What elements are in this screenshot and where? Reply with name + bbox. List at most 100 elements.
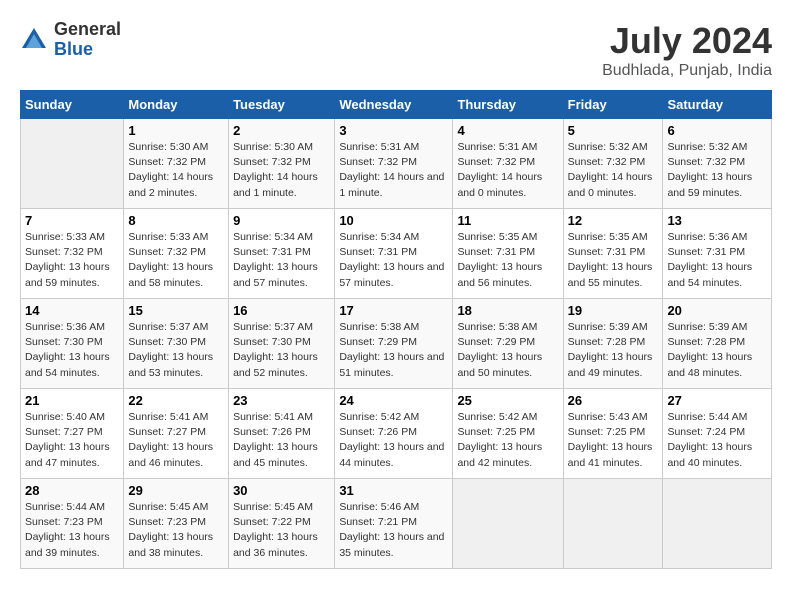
day-number: 12 xyxy=(568,213,659,228)
day-info: Sunrise: 5:38 AMSunset: 7:29 PMDaylight:… xyxy=(457,320,558,381)
header-sunday: Sunday xyxy=(21,91,124,119)
calendar-cell: 14 Sunrise: 5:36 AMSunset: 7:30 PMDayligh… xyxy=(21,299,124,389)
day-info: Sunrise: 5:36 AMSunset: 7:30 PMDaylight:… xyxy=(25,320,119,381)
day-info: Sunrise: 5:42 AMSunset: 7:25 PMDaylight:… xyxy=(457,410,558,471)
calendar-cell: 7 Sunrise: 5:33 AMSunset: 7:32 PMDaylight… xyxy=(21,209,124,299)
day-info: Sunrise: 5:31 AMSunset: 7:32 PMDaylight:… xyxy=(457,140,558,201)
day-info: Sunrise: 5:38 AMSunset: 7:29 PMDaylight:… xyxy=(339,320,448,381)
day-info: Sunrise: 5:33 AMSunset: 7:32 PMDaylight:… xyxy=(128,230,224,291)
day-number: 3 xyxy=(339,123,448,138)
day-info: Sunrise: 5:30 AMSunset: 7:32 PMDaylight:… xyxy=(233,140,330,201)
day-number: 6 xyxy=(667,123,767,138)
calendar-cell: 19 Sunrise: 5:39 AMSunset: 7:28 PMDayligh… xyxy=(563,299,663,389)
day-info: Sunrise: 5:33 AMSunset: 7:32 PMDaylight:… xyxy=(25,230,119,291)
calendar-cell: 9 Sunrise: 5:34 AMSunset: 7:31 PMDaylight… xyxy=(229,209,335,299)
day-info: Sunrise: 5:39 AMSunset: 7:28 PMDaylight:… xyxy=(667,320,767,381)
calendar-cell: 15 Sunrise: 5:37 AMSunset: 7:30 PMDayligh… xyxy=(124,299,229,389)
day-number: 21 xyxy=(25,393,119,408)
day-info: Sunrise: 5:32 AMSunset: 7:32 PMDaylight:… xyxy=(568,140,659,201)
logo-icon xyxy=(20,26,48,54)
title-block: July 2024 Budhlada, Punjab, India xyxy=(602,20,772,80)
calendar-cell: 1Sunrise: 5:30 AMSunset: 7:32 PMDaylight… xyxy=(124,119,229,209)
calendar-cell: 24 Sunrise: 5:42 AMSunset: 7:26 PMDayligh… xyxy=(335,389,453,479)
week-row-4: 21Sunrise: 5:40 AMSunset: 7:27 PMDayligh… xyxy=(21,389,772,479)
day-info: Sunrise: 5:44 AMSunset: 7:24 PMDaylight:… xyxy=(667,410,767,471)
day-number: 7 xyxy=(25,213,119,228)
header-saturday: Saturday xyxy=(663,91,772,119)
calendar-table: SundayMondayTuesdayWednesdayThursdayFrid… xyxy=(20,90,772,569)
day-info: Sunrise: 5:37 AMSunset: 7:30 PMDaylight:… xyxy=(128,320,224,381)
day-number: 19 xyxy=(568,303,659,318)
day-number: 13 xyxy=(667,213,767,228)
calendar-cell: 13 Sunrise: 5:36 AMSunset: 7:31 PMDayligh… xyxy=(663,209,772,299)
week-row-5: 28Sunrise: 5:44 AMSunset: 7:23 PMDayligh… xyxy=(21,479,772,569)
calendar-cell: 23 Sunrise: 5:41 AMSunset: 7:26 PMDayligh… xyxy=(229,389,335,479)
calendar-cell xyxy=(21,119,124,209)
day-info: Sunrise: 5:36 AMSunset: 7:31 PMDaylight:… xyxy=(667,230,767,291)
header-wednesday: Wednesday xyxy=(335,91,453,119)
calendar-cell: 11 Sunrise: 5:35 AMSunset: 7:31 PMDayligh… xyxy=(453,209,563,299)
calendar-cell: 16 Sunrise: 5:37 AMSunset: 7:30 PMDayligh… xyxy=(229,299,335,389)
page-header: General Blue July 2024 Budhlada, Punjab,… xyxy=(20,20,772,80)
day-number: 15 xyxy=(128,303,224,318)
calendar-cell: 8 Sunrise: 5:33 AMSunset: 7:32 PMDaylight… xyxy=(124,209,229,299)
day-number: 17 xyxy=(339,303,448,318)
day-info: Sunrise: 5:41 AMSunset: 7:26 PMDaylight:… xyxy=(233,410,330,471)
day-number: 8 xyxy=(128,213,224,228)
day-info: Sunrise: 5:35 AMSunset: 7:31 PMDaylight:… xyxy=(568,230,659,291)
day-number: 5 xyxy=(568,123,659,138)
logo-blue-text: Blue xyxy=(54,40,121,60)
calendar-cell: 25 Sunrise: 5:42 AMSunset: 7:25 PMDayligh… xyxy=(453,389,563,479)
calendar-cell: 2Sunrise: 5:30 AMSunset: 7:32 PMDaylight… xyxy=(229,119,335,209)
day-info: Sunrise: 5:37 AMSunset: 7:30 PMDaylight:… xyxy=(233,320,330,381)
day-info: Sunrise: 5:34 AMSunset: 7:31 PMDaylight:… xyxy=(339,230,448,291)
day-number: 22 xyxy=(128,393,224,408)
day-number: 25 xyxy=(457,393,558,408)
calendar-cell xyxy=(453,479,563,569)
day-info: Sunrise: 5:41 AMSunset: 7:27 PMDaylight:… xyxy=(128,410,224,471)
calendar-cell: 18Sunrise: 5:38 AMSunset: 7:29 PMDayligh… xyxy=(453,299,563,389)
calendar-cell: 26Sunrise: 5:43 AMSunset: 7:25 PMDayligh… xyxy=(563,389,663,479)
week-row-1: 1Sunrise: 5:30 AMSunset: 7:32 PMDaylight… xyxy=(21,119,772,209)
day-info: Sunrise: 5:39 AMSunset: 7:28 PMDaylight:… xyxy=(568,320,659,381)
day-number: 23 xyxy=(233,393,330,408)
header-tuesday: Tuesday xyxy=(229,91,335,119)
day-number: 20 xyxy=(667,303,767,318)
day-info: Sunrise: 5:42 AMSunset: 7:26 PMDaylight:… xyxy=(339,410,448,471)
day-number: 31 xyxy=(339,483,448,498)
day-number: 30 xyxy=(233,483,330,498)
calendar-cell xyxy=(663,479,772,569)
day-number: 27 xyxy=(667,393,767,408)
day-number: 24 xyxy=(339,393,448,408)
day-number: 14 xyxy=(25,303,119,318)
day-info: Sunrise: 5:34 AMSunset: 7:31 PMDaylight:… xyxy=(233,230,330,291)
logo-general-text: General xyxy=(54,20,121,40)
day-number: 9 xyxy=(233,213,330,228)
calendar-cell: 31 Sunrise: 5:46 AMSunset: 7:21 PMDayligh… xyxy=(335,479,453,569)
logo: General Blue xyxy=(20,20,121,60)
calendar-header-row: SundayMondayTuesdayWednesdayThursdayFrid… xyxy=(21,91,772,119)
day-info: Sunrise: 5:44 AMSunset: 7:23 PMDaylight:… xyxy=(25,500,119,561)
header-friday: Friday xyxy=(563,91,663,119)
calendar-cell: 17 Sunrise: 5:38 AMSunset: 7:29 PMDayligh… xyxy=(335,299,453,389)
calendar-cell: 6 Sunrise: 5:32 AMSunset: 7:32 PMDaylight… xyxy=(663,119,772,209)
day-info: Sunrise: 5:35 AMSunset: 7:31 PMDaylight:… xyxy=(457,230,558,291)
day-info: Sunrise: 5:46 AMSunset: 7:21 PMDaylight:… xyxy=(339,500,448,561)
week-row-3: 14 Sunrise: 5:36 AMSunset: 7:30 PMDayligh… xyxy=(21,299,772,389)
header-thursday: Thursday xyxy=(453,91,563,119)
calendar-cell: 10Sunrise: 5:34 AMSunset: 7:31 PMDayligh… xyxy=(335,209,453,299)
calendar-cell: 20 Sunrise: 5:39 AMSunset: 7:28 PMDayligh… xyxy=(663,299,772,389)
calendar-cell: 4Sunrise: 5:31 AMSunset: 7:32 PMDaylight… xyxy=(453,119,563,209)
day-info: Sunrise: 5:32 AMSunset: 7:32 PMDaylight:… xyxy=(667,140,767,201)
calendar-cell: 12 Sunrise: 5:35 AMSunset: 7:31 PMDayligh… xyxy=(563,209,663,299)
day-number: 29 xyxy=(128,483,224,498)
main-title: July 2024 xyxy=(602,20,772,62)
calendar-cell: 29 Sunrise: 5:45 AMSunset: 7:23 PMDayligh… xyxy=(124,479,229,569)
week-row-2: 7 Sunrise: 5:33 AMSunset: 7:32 PMDaylight… xyxy=(21,209,772,299)
day-number: 11 xyxy=(457,213,558,228)
day-info: Sunrise: 5:45 AMSunset: 7:23 PMDaylight:… xyxy=(128,500,224,561)
calendar-cell: 27 Sunrise: 5:44 AMSunset: 7:24 PMDayligh… xyxy=(663,389,772,479)
day-info: Sunrise: 5:45 AMSunset: 7:22 PMDaylight:… xyxy=(233,500,330,561)
subtitle: Budhlada, Punjab, India xyxy=(602,62,772,80)
day-number: 16 xyxy=(233,303,330,318)
